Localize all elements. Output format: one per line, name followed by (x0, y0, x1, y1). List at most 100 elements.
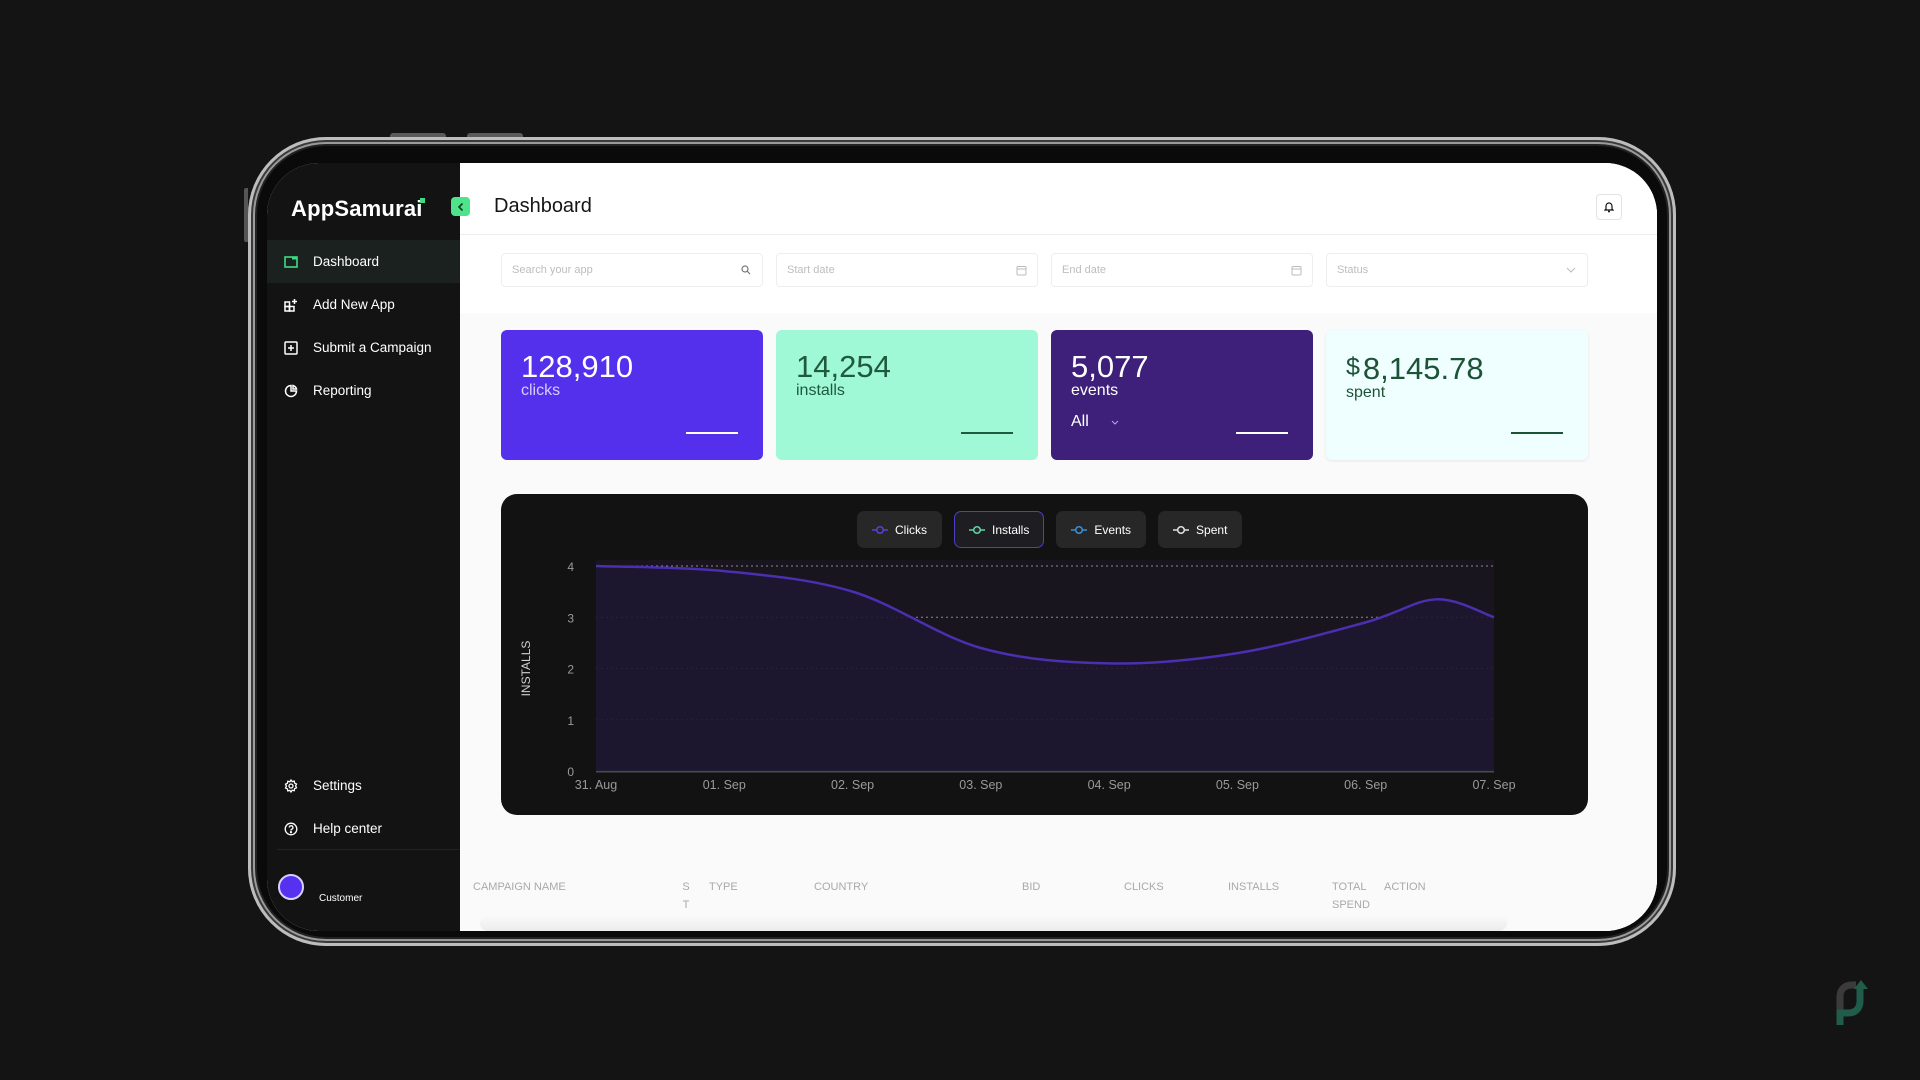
start-date-field[interactable] (776, 253, 1038, 287)
page-title: Dashboard (494, 195, 592, 217)
legend-label: Events (1094, 522, 1132, 537)
series-marker-icon (1071, 525, 1088, 534)
column-header-clicks[interactable]: CLICKS (1124, 878, 1164, 896)
app-screen: AppSamurai Dashboard Add New App Submit … (267, 163, 1657, 931)
x-tick-label: 31. Aug (575, 778, 617, 792)
add-app-icon (283, 297, 299, 313)
logo-dot (419, 198, 425, 203)
y-tick-label: 1 (567, 714, 574, 728)
x-tick-label: 05. Sep (1216, 778, 1259, 792)
legend-label: Clicks (895, 522, 927, 537)
series-marker-icon (969, 525, 985, 534)
search-field[interactable] (501, 253, 763, 287)
watermark-logo-icon (1836, 980, 1868, 1025)
filter-bar (460, 235, 1657, 313)
chart-legend: Clicks Installs Events Spent (857, 511, 1243, 548)
events-filter-value: All (1071, 413, 1089, 430)
x-tick-label: 03. Sep (959, 778, 1002, 792)
column-header-campaign-name[interactable]: CAMPAIGN NAME (473, 878, 566, 896)
series-marker-icon (1173, 525, 1190, 534)
brand-logo[interactable]: AppSamurai (291, 196, 428, 222)
stat-card-spent[interactable]: $8,145.78 spent (1326, 330, 1588, 460)
sidebar-item-add-new-app[interactable]: Add New App (267, 283, 460, 326)
user-role: Customer (319, 893, 363, 904)
notifications-button[interactable] (1596, 194, 1622, 220)
sparkline (961, 432, 1013, 434)
chevron-down-icon (1111, 420, 1119, 425)
sparkline (686, 432, 738, 434)
start-date-input[interactable] (787, 264, 1015, 276)
header: Dashboard (451, 163, 1657, 235)
y-tick-label: 0 (567, 765, 574, 779)
stat-card-installs[interactable]: 14,254 installs (776, 330, 1038, 460)
stat-label: spent (1346, 384, 1386, 401)
column-header-bid[interactable]: BID (1022, 878, 1040, 896)
x-tick-label: 02. Sep (831, 778, 874, 792)
stat-value: 128,910 (521, 349, 634, 384)
dashboard-icon (283, 254, 299, 270)
legend-toggle-spent[interactable]: Spent (1158, 511, 1243, 548)
stat-value: 14,254 (796, 349, 891, 384)
end-date-field[interactable] (1051, 253, 1313, 287)
avatar[interactable] (278, 874, 304, 900)
column-header-type[interactable]: TYPE (709, 878, 738, 896)
chart-panel: 0 1 2 3 4 31. Aug 01. Sep 02. Sep 03. Sep 04. Sep… (501, 494, 1588, 815)
stage: AppSamurai Dashboard Add New App Submit … (0, 0, 1920, 1080)
bell-icon (1604, 202, 1614, 213)
sparkline (1511, 432, 1563, 434)
column-header-total-spend[interactable]: TOTAL SPEND (1332, 878, 1370, 914)
status-select[interactable] (1326, 253, 1588, 287)
legend-label: Spent (1196, 522, 1228, 537)
sidebar-item-label: Add New App (313, 297, 395, 312)
calendar-icon (1015, 264, 1027, 276)
legend-toggle-clicks[interactable]: Clicks (857, 511, 942, 548)
y-axis-label: INSTALLS (519, 641, 533, 697)
y-tick-label: 3 (567, 611, 574, 625)
x-tick-label: 06. Sep (1344, 778, 1387, 792)
legend-toggle-installs[interactable]: Installs (954, 511, 1045, 548)
main-content: Dashboard Search your app Start date End… (451, 163, 1657, 931)
brand-name: AppSamurai (291, 196, 423, 221)
sidebar-item-dashboard[interactable]: Dashboard (267, 240, 460, 283)
sidebar-item-reporting[interactable]: Reporting (267, 369, 460, 412)
stat-value: 8,145.78 (1362, 351, 1484, 386)
stat-label: clicks (521, 382, 561, 399)
sidebar-item-help-center[interactable]: Help center (267, 807, 460, 850)
currency-symbol: $ (1346, 353, 1360, 381)
stat-label: events (1071, 382, 1119, 399)
x-tick-label: 07. Sep (1472, 778, 1515, 792)
plus-square-icon (283, 340, 299, 356)
status-input[interactable] (1337, 264, 1565, 276)
column-header-installs[interactable]: INSTALLS (1228, 878, 1279, 896)
legend-label: Installs (992, 522, 1030, 537)
stat-label: installs (796, 382, 845, 399)
stat-value: 5,077 (1071, 349, 1149, 384)
end-date-input[interactable] (1062, 264, 1290, 276)
search-icon (740, 264, 752, 276)
column-header-country[interactable]: COUNTRY (814, 878, 868, 896)
sidebar: AppSamurai Dashboard Add New App Submit … (267, 163, 460, 931)
series-marker-icon (872, 525, 888, 534)
y-tick-label: 2 (567, 663, 574, 677)
pie-chart-icon (283, 383, 299, 399)
stat-card-clicks[interactable]: 128,910 clicks (501, 330, 763, 460)
legend-toggle-events[interactable]: Events (1056, 511, 1147, 548)
chevron-down-icon (1565, 264, 1577, 276)
sidebar-item-label: Settings (313, 778, 362, 793)
x-tick-label: 01. Sep (703, 778, 746, 792)
sidebar-item-label: Reporting (313, 383, 372, 398)
y-tick-label: 4 (567, 560, 574, 574)
column-header-action[interactable]: ACTION (1384, 878, 1426, 896)
sidebar-item-settings[interactable]: Settings (267, 764, 460, 807)
search-input[interactable] (512, 264, 740, 276)
sidebar-item-submit-campaign[interactable]: Submit a Campaign (267, 326, 460, 369)
collapse-sidebar-button[interactable] (451, 197, 470, 216)
events-filter-select[interactable]: All (1071, 413, 1119, 431)
table-scroll-shadow (480, 915, 1507, 931)
sparkline (1236, 432, 1288, 434)
sidebar-item-label: Dashboard (313, 254, 380, 269)
x-tick-label: 04. Sep (1088, 778, 1131, 792)
sidebar-divider (277, 849, 460, 850)
calendar-icon (1290, 264, 1302, 276)
stat-card-events[interactable]: 5,077 events All (1051, 330, 1313, 460)
